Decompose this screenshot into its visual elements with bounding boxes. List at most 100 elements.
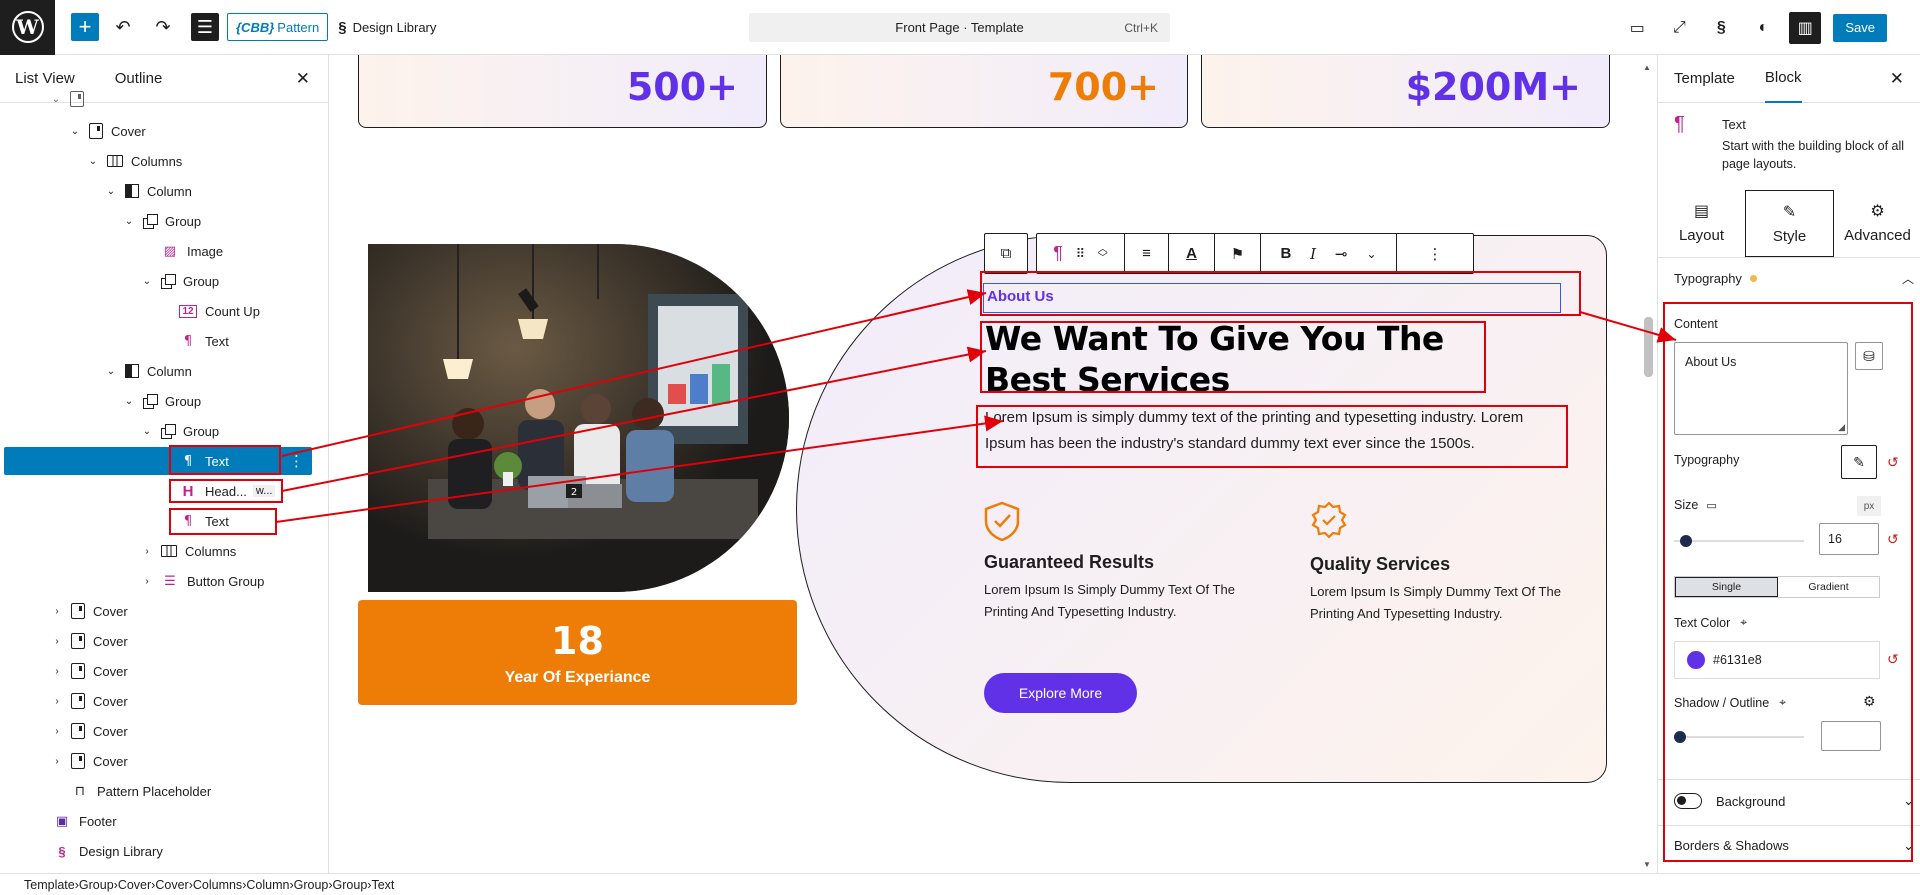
undo-button[interactable]: ↶	[107, 11, 139, 43]
background-toggle[interactable]	[1674, 793, 1702, 809]
list-view-row[interactable]: ▨ Image	[141, 237, 223, 265]
about-us-text-block[interactable]: About Us	[983, 283, 1561, 313]
borders-panel-toggle[interactable]: Borders & Shadows ⌄	[1674, 838, 1914, 854]
tab-block[interactable]: Block	[1764, 55, 1802, 103]
device-preview-button[interactable]: ▭	[1621, 12, 1653, 44]
size-slider[interactable]	[1674, 535, 1804, 547]
wordpress-logo-button[interactable]: W	[0, 0, 55, 55]
stat-card[interactable]: $200M+	[1201, 55, 1610, 128]
list-view-row[interactable]: ¶ Text	[159, 327, 229, 355]
list-view-row[interactable]: ⌄ Group	[123, 387, 201, 415]
view-page-button[interactable]: ⤢	[1663, 12, 1695, 44]
more-options-button[interactable]: ⋮	[1397, 234, 1473, 273]
stackable-settings-button[interactable]: §	[1705, 12, 1737, 44]
tab-style[interactable]: ✎ Style	[1745, 190, 1834, 257]
tab-advanced[interactable]: ⚙ Advanced	[1834, 188, 1920, 257]
list-view-row[interactable]: › Columns	[141, 537, 236, 565]
list-view-row[interactable]: ⌄ Group	[141, 417, 219, 445]
list-view-row[interactable]: › Cover	[51, 657, 128, 685]
cbb-pattern-button[interactable]: {CBB} Pattern	[227, 13, 329, 41]
dynamic-content-button[interactable]: ⛁	[1855, 342, 1883, 370]
list-view-row[interactable]: ▣ Footer	[33, 807, 117, 835]
team-meeting-image[interactable]: 2	[368, 244, 789, 592]
chevron-down-icon[interactable]: ⌄	[123, 216, 135, 227]
flag-button[interactable]: ⚑	[1215, 234, 1261, 273]
list-view-row[interactable]: ⊓ Pattern Placeholder	[51, 777, 211, 805]
breadcrumb-item[interactable]: Group	[294, 878, 329, 892]
background-panel-toggle[interactable]: Background ⌄	[1674, 793, 1914, 809]
link-icon[interactable]: ⊸	[1335, 245, 1348, 263]
desktop-icon[interactable]: ▭	[1706, 499, 1716, 512]
typography-panel-toggle[interactable]: Typography ︿	[1674, 271, 1914, 286]
chevron-down-icon[interactable]: ⌄	[105, 186, 117, 197]
resize-handle-icon[interactable]: ◢	[1838, 422, 1845, 433]
list-view-row[interactable]: § Design Library	[33, 837, 162, 865]
bold-icon[interactable]: B	[1280, 245, 1291, 262]
scroll-up-icon[interactable]: ▲	[1643, 63, 1651, 72]
unit-selector[interactable]: px	[1857, 496, 1881, 516]
breadcrumb-item[interactable]: Cover	[118, 878, 151, 892]
breadcrumb-item[interactable]: Columns	[193, 878, 242, 892]
chevron-right-icon[interactable]: ›	[51, 606, 63, 617]
list-view-row[interactable]: ¶ Text ⋮	[4, 447, 312, 475]
more-vertical-icon[interactable]: ⋮	[289, 452, 304, 470]
stat-card[interactable]: 500+	[358, 55, 767, 128]
list-view-row[interactable]: › ☰ Button Group	[141, 567, 264, 595]
list-view-row[interactable]: H Head... w...	[159, 477, 276, 505]
block-switcher[interactable]: ¶ ⠿ ︿ ﹀	[1037, 234, 1125, 273]
redo-button[interactable]: ↷	[147, 11, 179, 43]
text-color-button[interactable]: A	[1169, 234, 1215, 273]
shadow-input[interactable]	[1821, 721, 1881, 751]
design-library-button[interactable]: § Design Library	[338, 19, 436, 36]
save-button[interactable]: Save	[1833, 13, 1887, 42]
canvas-scrollbar[interactable]: ▲ ▼	[1640, 55, 1656, 873]
chevron-down-icon[interactable]: ⌄	[141, 426, 153, 437]
add-block-button[interactable]: +	[71, 13, 99, 41]
cursor-icon[interactable]: ⌖	[1740, 615, 1747, 630]
chevron-right-icon[interactable]: ›	[51, 756, 63, 767]
breadcrumb-item[interactable]: Cover	[155, 878, 188, 892]
list-view-row[interactable]: › Cover	[51, 627, 128, 655]
list-view-row[interactable]: ⌄ Column	[105, 177, 192, 205]
stat-card[interactable]: 700+	[780, 55, 1188, 128]
list-view-row[interactable]: › Cover	[51, 597, 128, 625]
chevron-down-icon[interactable]: ⌄	[141, 276, 153, 287]
chevron-down-icon[interactable]: ⌄	[69, 126, 81, 137]
list-view-row[interactable]: › Cover	[51, 717, 128, 745]
reset-icon[interactable]: ↺	[1887, 454, 1899, 471]
single-option[interactable]: Single	[1675, 577, 1778, 597]
chevron-right-icon[interactable]: ›	[51, 696, 63, 707]
chevron-right-icon[interactable]: ›	[51, 726, 63, 737]
list-view-row[interactable]: › Cover	[51, 747, 128, 775]
shadow-slider[interactable]	[1674, 731, 1804, 743]
slider-knob[interactable]	[1674, 731, 1686, 743]
text-color-picker[interactable]: #6131e8	[1674, 641, 1880, 679]
list-view-row[interactable]: ⌄ Group	[123, 207, 201, 235]
chevron-right-icon[interactable]: ›	[51, 666, 63, 677]
scrollbar-thumb[interactable]	[1644, 317, 1653, 377]
chevron-right-icon[interactable]: ›	[51, 636, 63, 647]
close-icon[interactable]: ✕	[296, 69, 310, 89]
command-palette-button[interactable]: Front Page · Template Ctrl+K	[749, 13, 1170, 42]
breadcrumb-item[interactable]: Column	[246, 878, 289, 892]
document-overview-button[interactable]: ☰	[191, 13, 219, 41]
gear-icon[interactable]: ⚙	[1863, 693, 1876, 710]
align-button[interactable]: ≡	[1125, 234, 1169, 273]
gradient-option[interactable]: Gradient	[1778, 577, 1879, 597]
cursor-icon[interactable]: ⌖	[1779, 695, 1786, 710]
scroll-down-icon[interactable]: ▼	[1643, 860, 1651, 869]
list-view-row[interactable]: ¶ Text	[159, 507, 229, 535]
drag-handle-icon[interactable]: ⠿	[1076, 246, 1086, 262]
breadcrumb-item[interactable]: Group	[79, 878, 114, 892]
tab-outline[interactable]: Outline	[115, 70, 163, 87]
list-view-row[interactable]: ⌄ Column	[105, 357, 192, 385]
chevron-down-icon[interactable]: ⌄	[1366, 247, 1376, 261]
edit-typography-button[interactable]: ✎	[1841, 445, 1877, 479]
section-heading[interactable]: We Want To Give You The Best Services	[985, 318, 1505, 400]
breadcrumb-item[interactable]: Text	[371, 878, 394, 892]
tab-layout[interactable]: ▤ Layout	[1658, 188, 1745, 257]
list-view-row[interactable]: ⌄ Group	[141, 267, 219, 295]
close-icon[interactable]: ✕	[1890, 69, 1904, 89]
breadcrumb-item[interactable]: Group	[333, 878, 368, 892]
tree-row-cover-partial[interactable]: ⌄	[50, 85, 92, 113]
